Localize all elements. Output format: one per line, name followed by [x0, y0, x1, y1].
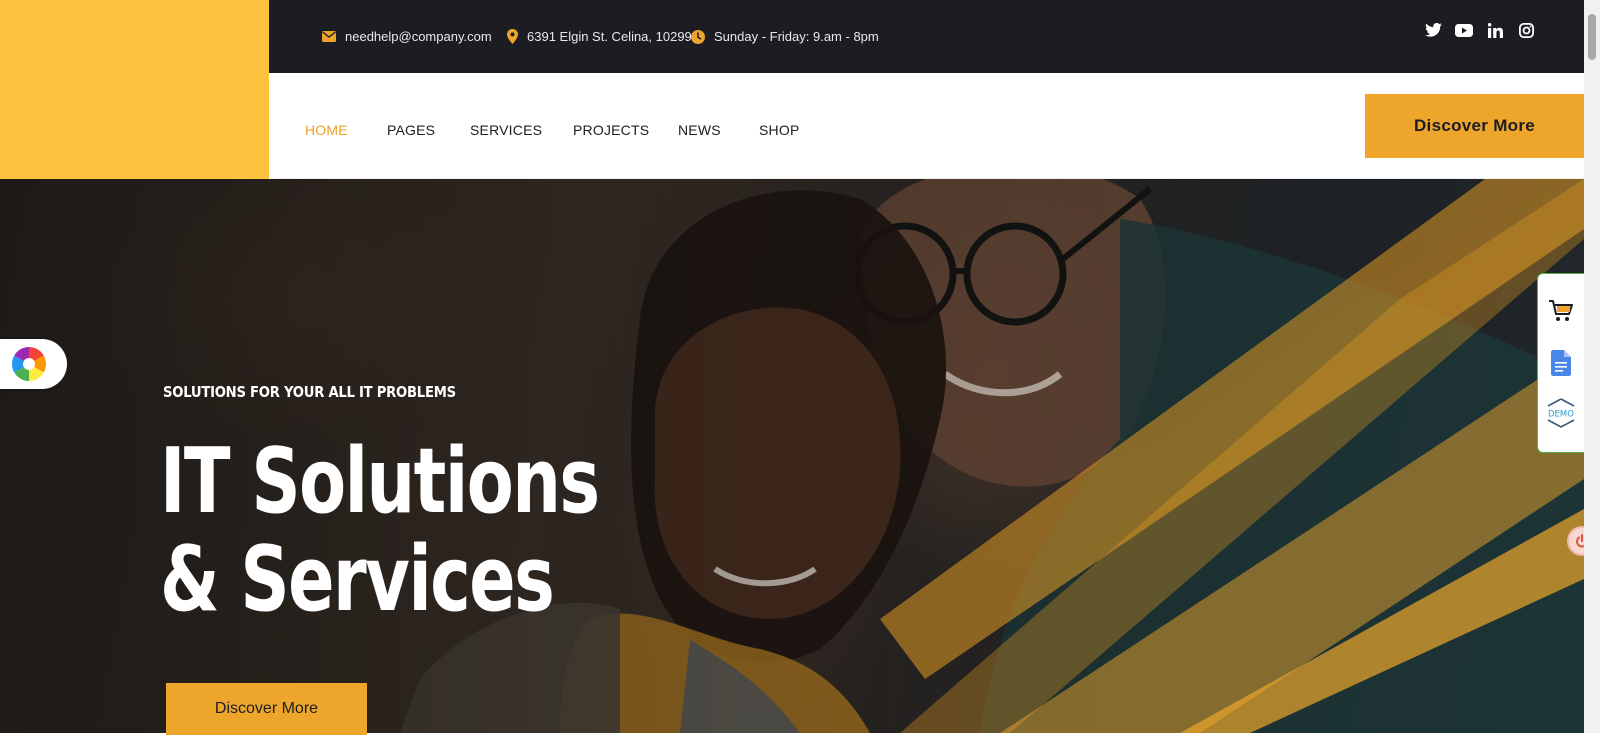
- color-switcher-toggle[interactable]: [0, 339, 67, 389]
- hours-text: Sunday - Friday: 9.am - 8pm: [714, 29, 879, 44]
- twitter-icon[interactable]: [1422, 19, 1444, 41]
- cart-icon[interactable]: [1546, 296, 1576, 326]
- logo-area[interactable]: [0, 0, 269, 179]
- demo-icon[interactable]: DEMO: [1546, 398, 1576, 428]
- envelope-icon: [322, 31, 336, 42]
- side-toolbar: DEMO: [1537, 273, 1584, 453]
- hours-info: Sunday - Friday: 9.am - 8pm: [691, 0, 879, 73]
- nav-item-projects[interactable]: PROJECTS: [573, 122, 649, 138]
- color-wheel-icon: [12, 347, 46, 381]
- email-text: needhelp@company.com: [345, 29, 492, 44]
- clock-icon: [691, 29, 705, 44]
- nav-item-services[interactable]: SERVICES: [470, 122, 542, 138]
- nav-item-pages[interactable]: PAGES: [387, 122, 435, 138]
- demo-label: DEMO: [1548, 410, 1574, 420]
- map-pin-icon: [507, 29, 518, 44]
- instagram-icon[interactable]: [1515, 19, 1537, 41]
- nav-item-home[interactable]: HOME: [305, 122, 348, 138]
- address-info: 6391 Elgin St. Celina, 10299: [507, 0, 692, 73]
- hero-title-line-2: & Services: [160, 527, 555, 632]
- email-info[interactable]: needhelp@company.com: [322, 0, 492, 73]
- linkedin-icon[interactable]: [1484, 19, 1506, 41]
- scrollbar-thumb[interactable]: [1588, 14, 1596, 60]
- top-info-bar: needhelp@company.com 6391 Elgin St. Celi…: [269, 0, 1584, 73]
- document-icon[interactable]: [1546, 348, 1576, 378]
- page-scrollbar[interactable]: [1584, 0, 1600, 733]
- hero-title: IT Solutions & Services: [160, 433, 616, 629]
- nav-item-news[interactable]: NEWS: [678, 122, 721, 138]
- discover-more-header-button[interactable]: Discover More: [1365, 94, 1584, 158]
- address-text: 6391 Elgin St. Celina, 10299: [527, 29, 692, 44]
- hero-title-line-1: IT Solutions: [160, 429, 600, 534]
- youtube-icon[interactable]: [1453, 19, 1475, 41]
- nav-item-shop[interactable]: SHOP: [759, 122, 799, 138]
- discover-more-hero-button[interactable]: Discover More: [166, 683, 367, 735]
- hero-tagline: SOLUTIONS FOR YOUR ALL IT PROBLEMS: [163, 383, 456, 401]
